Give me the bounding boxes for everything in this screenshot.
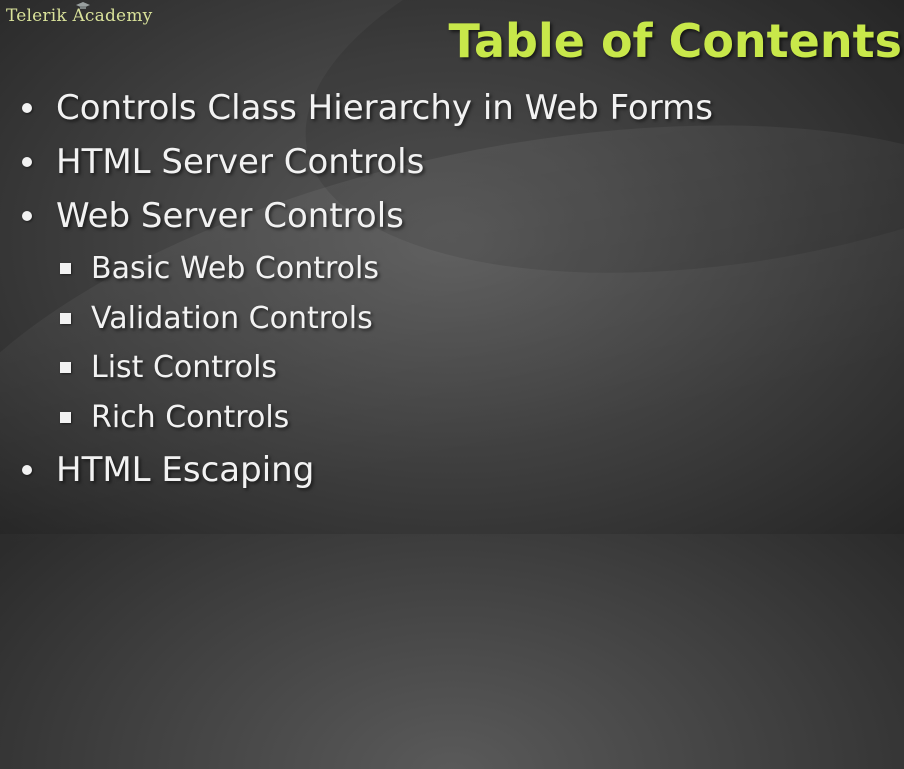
table-of-contents-list: Controls Class Hierarchy in Web Forms HT… [0, 0, 904, 534]
sub-list-item-label: Basic Web Controls [91, 251, 379, 286]
list-item-label: HTML Escaping [56, 450, 315, 490]
sub-list-item: List Controls [60, 350, 277, 385]
list-item-label: HTML Server Controls [56, 142, 425, 182]
square-bullet-icon [60, 263, 71, 274]
list-item: HTML Server Controls [22, 142, 424, 182]
square-bullet-icon [60, 313, 71, 324]
sub-list-item: Basic Web Controls [60, 251, 379, 286]
square-bullet-icon [60, 412, 71, 423]
round-bullet-icon [22, 211, 32, 221]
sub-list-item-label: List Controls [91, 350, 278, 385]
list-item: Controls Class Hierarchy in Web Forms [22, 88, 713, 128]
list-item-label: Web Server Controls [56, 196, 404, 236]
square-bullet-icon [60, 362, 71, 373]
list-item: HTML Escaping [22, 450, 314, 490]
round-bullet-icon [22, 103, 32, 113]
list-item: Web Server Controls [22, 196, 404, 236]
sub-list-item-label: Validation Controls [91, 301, 373, 336]
sub-list-item: Validation Controls [60, 301, 373, 336]
sub-list-item: Rich Controls [60, 400, 289, 435]
round-bullet-icon [22, 465, 32, 475]
list-item-label: Controls Class Hierarchy in Web Forms [56, 88, 713, 128]
sub-list-item-label: Rich Controls [91, 400, 290, 435]
round-bullet-icon [22, 157, 32, 167]
